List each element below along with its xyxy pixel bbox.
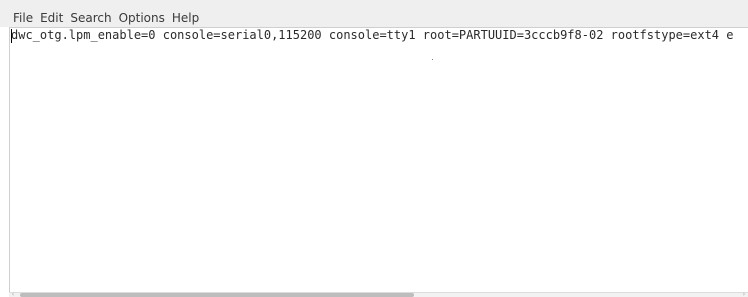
scrollbar-thumb[interactable] (20, 293, 414, 297)
menu-edit[interactable]: Edit (40, 2, 63, 25)
text-editor-area[interactable]: dwc_otg.lpm_enable=0 console=serial0,115… (9, 27, 748, 292)
menu-options[interactable]: Options (119, 2, 165, 25)
chevron-right-icon[interactable]: › (740, 292, 748, 297)
menu-file[interactable]: File (13, 2, 33, 25)
text-editor-window: File Edit Search Options Help dwc_otg.lp… (0, 0, 748, 297)
text-caret (11, 29, 12, 43)
menu-bar: File Edit Search Options Help (0, 0, 748, 27)
stray-pixel-dot (432, 59, 433, 60)
menu-search[interactable]: Search (70, 2, 111, 25)
chevron-left-icon[interactable]: ‹ (9, 292, 17, 297)
editor-text-line[interactable]: dwc_otg.lpm_enable=0 console=serial0,115… (11, 28, 733, 43)
horizontal-scrollbar[interactable]: ‹ › (9, 292, 748, 297)
menu-help[interactable]: Help (172, 2, 199, 25)
